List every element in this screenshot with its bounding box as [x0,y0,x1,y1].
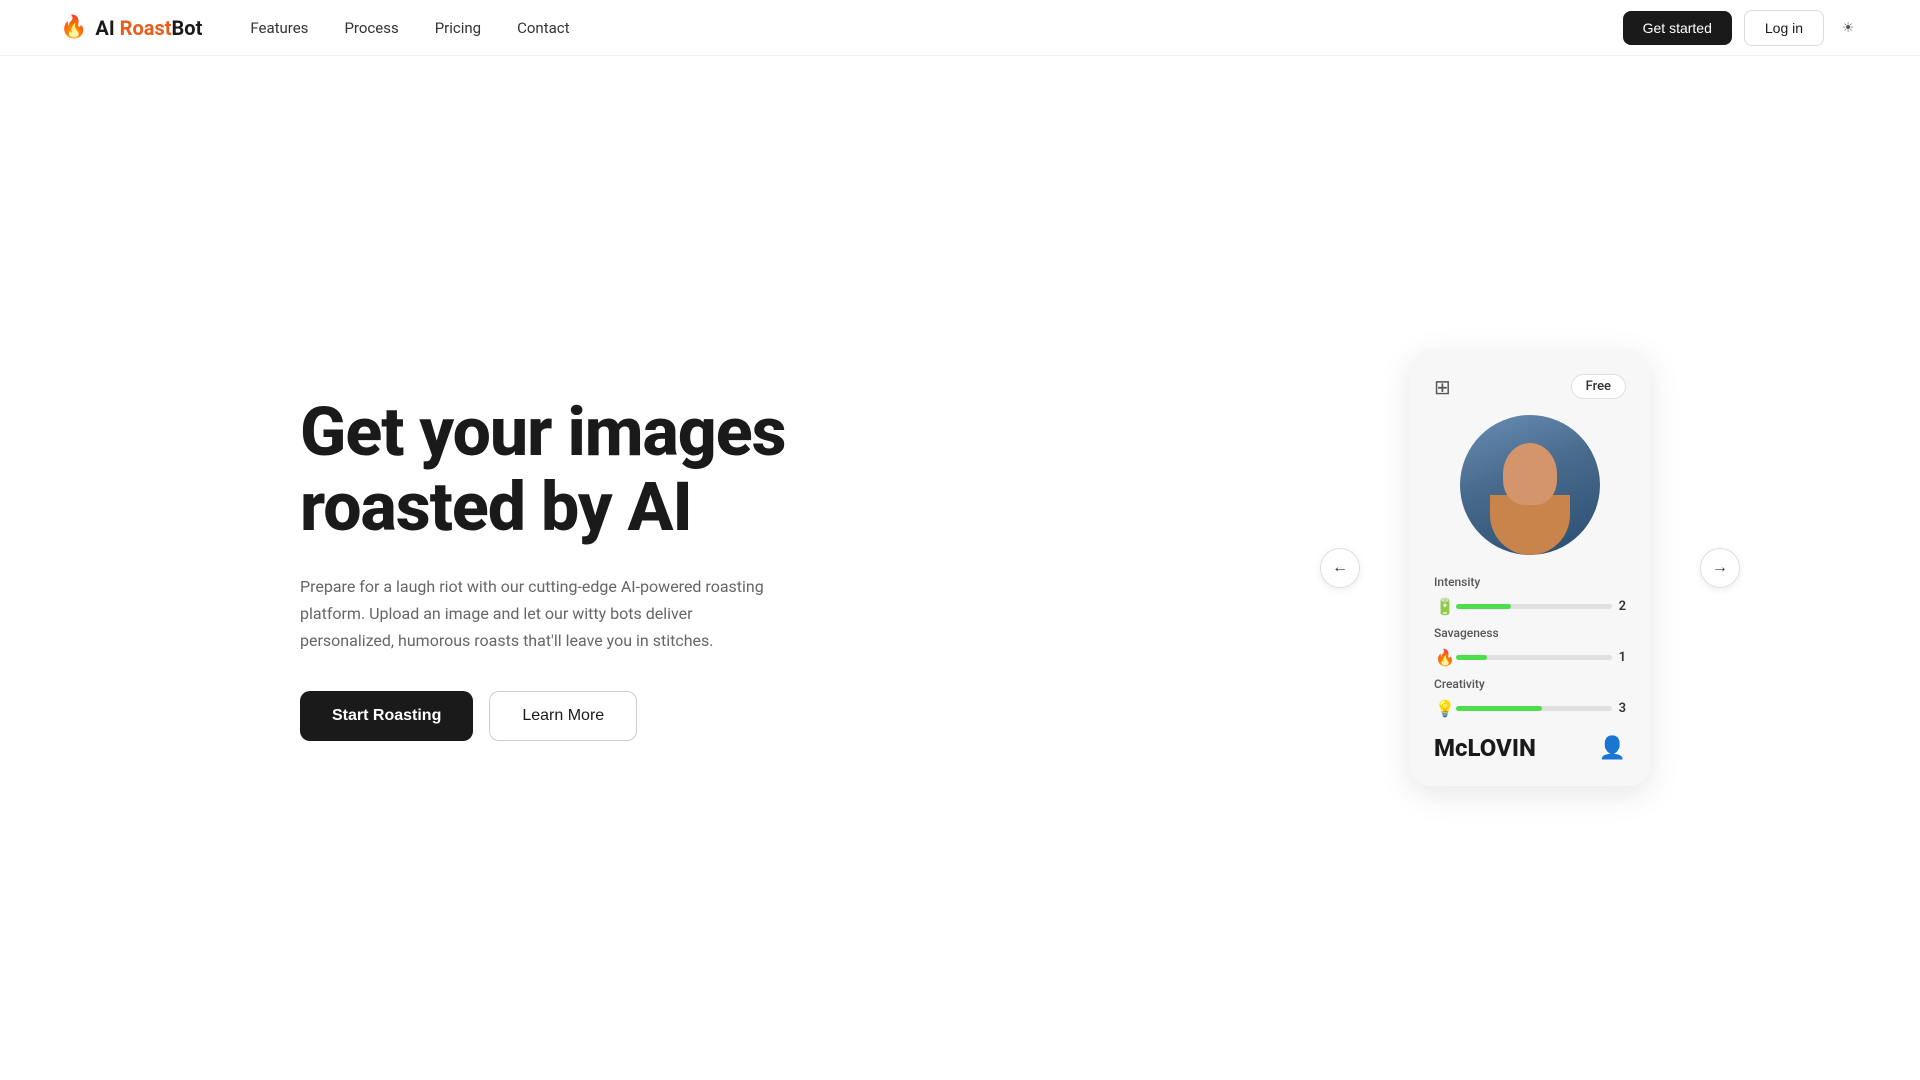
creativity-row: 💡 3 [1434,699,1626,718]
intensity-label-row: Intensity [1434,575,1626,589]
get-started-button[interactable]: Get started [1623,11,1732,45]
carousel-prev-button[interactable]: ← [1320,548,1360,588]
avatar-face [1460,415,1600,555]
nav-link-process[interactable]: Process [344,19,398,37]
creativity-label: Creativity [1434,677,1626,691]
login-button[interactable]: Log in [1744,10,1824,46]
nav-link-features[interactable]: Features [250,19,308,37]
creativity-bar-wrap [1456,706,1612,711]
logo-ai: AI [95,16,119,40]
nav-link-pricing[interactable]: Pricing [435,19,481,37]
savageness-bar [1456,655,1487,660]
stats-section: Intensity 🔋 2 Savageness 🔥 [1434,575,1626,718]
logo[interactable]: 🔥 AI RoastBot [60,15,202,40]
nav-item-pricing[interactable]: Pricing [435,18,481,37]
creativity-label-row: Creativity [1434,677,1626,691]
user-icon: 👤 [1599,736,1626,761]
navbar-left: 🔥 AI RoastBot Features Process Pricing C… [60,15,570,40]
sun-icon: ☀ [1842,20,1854,36]
hero-content: Get your images roasted by AI Prepare fo… [300,395,860,740]
grid-icon: ⊞ [1434,375,1451,399]
savageness-bar-wrap [1456,655,1612,660]
savageness-label-row: Savageness [1434,626,1626,640]
savageness-row: 🔥 1 [1434,648,1626,667]
intensity-bar [1456,604,1511,609]
creativity-value: 3 [1612,701,1626,716]
free-badge: Free [1571,374,1626,399]
battery-icon: 🔋 [1434,597,1456,616]
hero-card-area: ← ⊞ Free Intensity 🔋 [1340,350,1720,786]
intensity-value: 2 [1612,599,1626,614]
start-roasting-button[interactable]: Start Roasting [300,691,473,741]
nav-item-contact[interactable]: Contact [517,18,569,37]
nav-item-features[interactable]: Features [250,18,308,37]
nav-link-contact[interactable]: Contact [517,19,569,37]
nav-links: Features Process Pricing Contact [250,18,569,37]
savageness-label: Savageness [1434,626,1626,640]
hero-description: Prepare for a laugh riot with our cuttin… [300,573,780,655]
savageness-value: 1 [1612,650,1626,665]
navbar: 🔥 AI RoastBot Features Process Pricing C… [0,0,1920,56]
hero-section: Get your images roasted by AI Prepare fo… [0,56,1920,1080]
creativity-bar [1456,706,1542,711]
logo-text: AI RoastBot [95,16,202,40]
roast-card: ⊞ Free Intensity 🔋 2 [1410,350,1650,786]
learn-more-button[interactable]: Learn More [489,691,637,741]
navbar-right: Get started Log in ☀ [1623,10,1860,46]
intensity-bar-wrap [1456,604,1612,609]
card-username: McLOVIN [1434,734,1536,762]
intensity-row: 🔋 2 [1434,597,1626,616]
theme-toggle-button[interactable]: ☀ [1836,14,1860,42]
avatar [1460,415,1600,555]
card-top: ⊞ Free [1434,374,1626,399]
nav-item-process[interactable]: Process [344,18,398,37]
fire-icon: 🔥 [1434,648,1456,667]
intensity-label: Intensity [1434,575,1626,589]
hero-title: Get your images roasted by AI [300,395,860,545]
logo-roast: Roast [120,16,172,40]
hero-buttons: Start Roasting Learn More [300,691,860,741]
card-footer: McLOVIN 👤 [1434,734,1626,762]
logo-bot: Bot [172,16,203,40]
carousel-next-button[interactable]: → [1700,548,1740,588]
bulb-icon: 💡 [1434,699,1456,718]
flame-icon: 🔥 [60,15,87,40]
